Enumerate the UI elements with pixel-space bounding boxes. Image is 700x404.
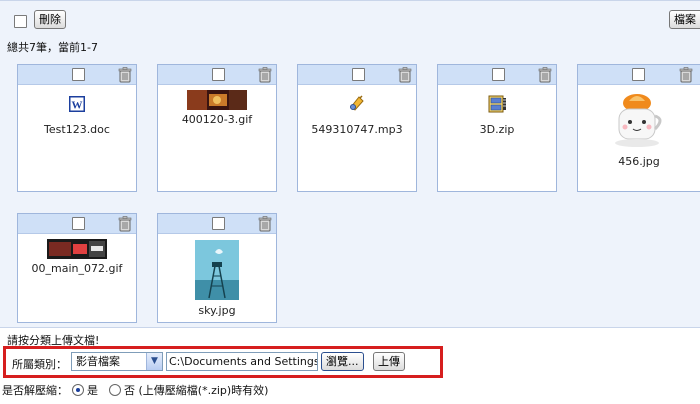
file-checkbox[interactable] bbox=[352, 68, 365, 81]
file-card[interactable]: 549310747.mp3 bbox=[297, 64, 417, 192]
card-header bbox=[158, 214, 276, 234]
unzip-no-label: 否 bbox=[124, 384, 135, 397]
unzip-yes-radio[interactable] bbox=[71, 384, 84, 396]
upload-button[interactable]: 上傳 bbox=[373, 352, 405, 371]
file-name: 3D.zip bbox=[479, 123, 515, 136]
svg-text:W: W bbox=[72, 100, 83, 112]
file-card[interactable]: 00_main_072.gif bbox=[17, 213, 137, 323]
file-checkbox[interactable] bbox=[212, 217, 225, 230]
unzip-yes-label: 是 bbox=[87, 384, 98, 397]
record-summary: 總共7筆，當前1-7 bbox=[7, 41, 98, 54]
file-card[interactable]: 456.jpg bbox=[577, 64, 700, 192]
file-checkbox[interactable] bbox=[492, 68, 505, 81]
file-name: 456.jpg bbox=[618, 155, 660, 168]
trash-icon[interactable] bbox=[258, 67, 272, 83]
delete-button[interactable]: 刪除 bbox=[34, 10, 66, 29]
file-path-input[interactable]: C:\Documents and Settings bbox=[166, 352, 318, 371]
unzip-label: 是否解壓縮： bbox=[2, 384, 68, 397]
chevron-down-icon[interactable]: ▼ bbox=[146, 353, 162, 370]
image-thumbnail bbox=[187, 90, 247, 110]
file-card[interactable]: 400120-3.gif bbox=[157, 64, 277, 192]
file-card[interactable]: W Test123.doc bbox=[17, 64, 137, 192]
toolbar: 刪除 檔案 bbox=[0, 1, 700, 31]
category-select[interactable]: 影音檔案 ▼ bbox=[71, 352, 163, 371]
file-checkbox[interactable] bbox=[212, 68, 225, 81]
trash-icon[interactable] bbox=[398, 67, 412, 83]
unzip-no-radio[interactable] bbox=[108, 384, 121, 396]
zip-archive-icon bbox=[488, 95, 506, 113]
word-doc-icon: W bbox=[69, 96, 85, 112]
file-gallery: 刪除 檔案 總共7筆，當前1-7 W Test123.doc 400120-3.… bbox=[0, 0, 700, 328]
audio-file-icon bbox=[350, 95, 364, 111]
file-name: sky.jpg bbox=[198, 304, 236, 317]
card-header bbox=[578, 65, 700, 85]
file-name: Test123.doc bbox=[44, 123, 110, 136]
file-checkbox[interactable] bbox=[72, 217, 85, 230]
card-header bbox=[18, 65, 136, 85]
files-button[interactable]: 檔案 bbox=[669, 10, 700, 29]
card-header bbox=[298, 65, 416, 85]
banner-image bbox=[47, 239, 107, 259]
trash-icon[interactable] bbox=[118, 216, 132, 232]
file-name: 400120-3.gif bbox=[181, 113, 253, 126]
unzip-note: (上傳壓縮檔(*.zip)時有效) bbox=[138, 384, 269, 397]
file-card[interactable]: 3D.zip bbox=[437, 64, 557, 192]
trash-icon[interactable] bbox=[258, 216, 272, 232]
card-header bbox=[438, 65, 556, 85]
category-value: 影音檔案 bbox=[76, 355, 120, 368]
file-name: 00_main_072.gif bbox=[31, 262, 123, 275]
card-header bbox=[18, 214, 136, 234]
trash-icon[interactable] bbox=[679, 67, 693, 83]
unzip-option-row: 是否解壓縮： 是 否 (上傳壓縮檔(*.zip)時有效) bbox=[2, 382, 268, 398]
coffee-cup-image bbox=[615, 94, 662, 147]
browse-button[interactable]: 瀏覽... bbox=[321, 352, 364, 371]
card-header bbox=[158, 65, 276, 85]
select-all-checkbox[interactable] bbox=[14, 15, 27, 28]
file-checkbox[interactable] bbox=[632, 68, 645, 81]
trash-icon[interactable] bbox=[118, 67, 132, 83]
sky-tower-image bbox=[195, 240, 239, 300]
upload-form-highlight: 所屬類別： 影音檔案 ▼ C:\Documents and Settings 瀏… bbox=[3, 346, 443, 378]
file-name: 549310747.mp3 bbox=[311, 123, 403, 136]
trash-icon[interactable] bbox=[538, 67, 552, 83]
file-checkbox[interactable] bbox=[72, 68, 85, 81]
file-card[interactable]: sky.jpg bbox=[157, 213, 277, 323]
category-label: 所屬類別： bbox=[12, 358, 67, 371]
